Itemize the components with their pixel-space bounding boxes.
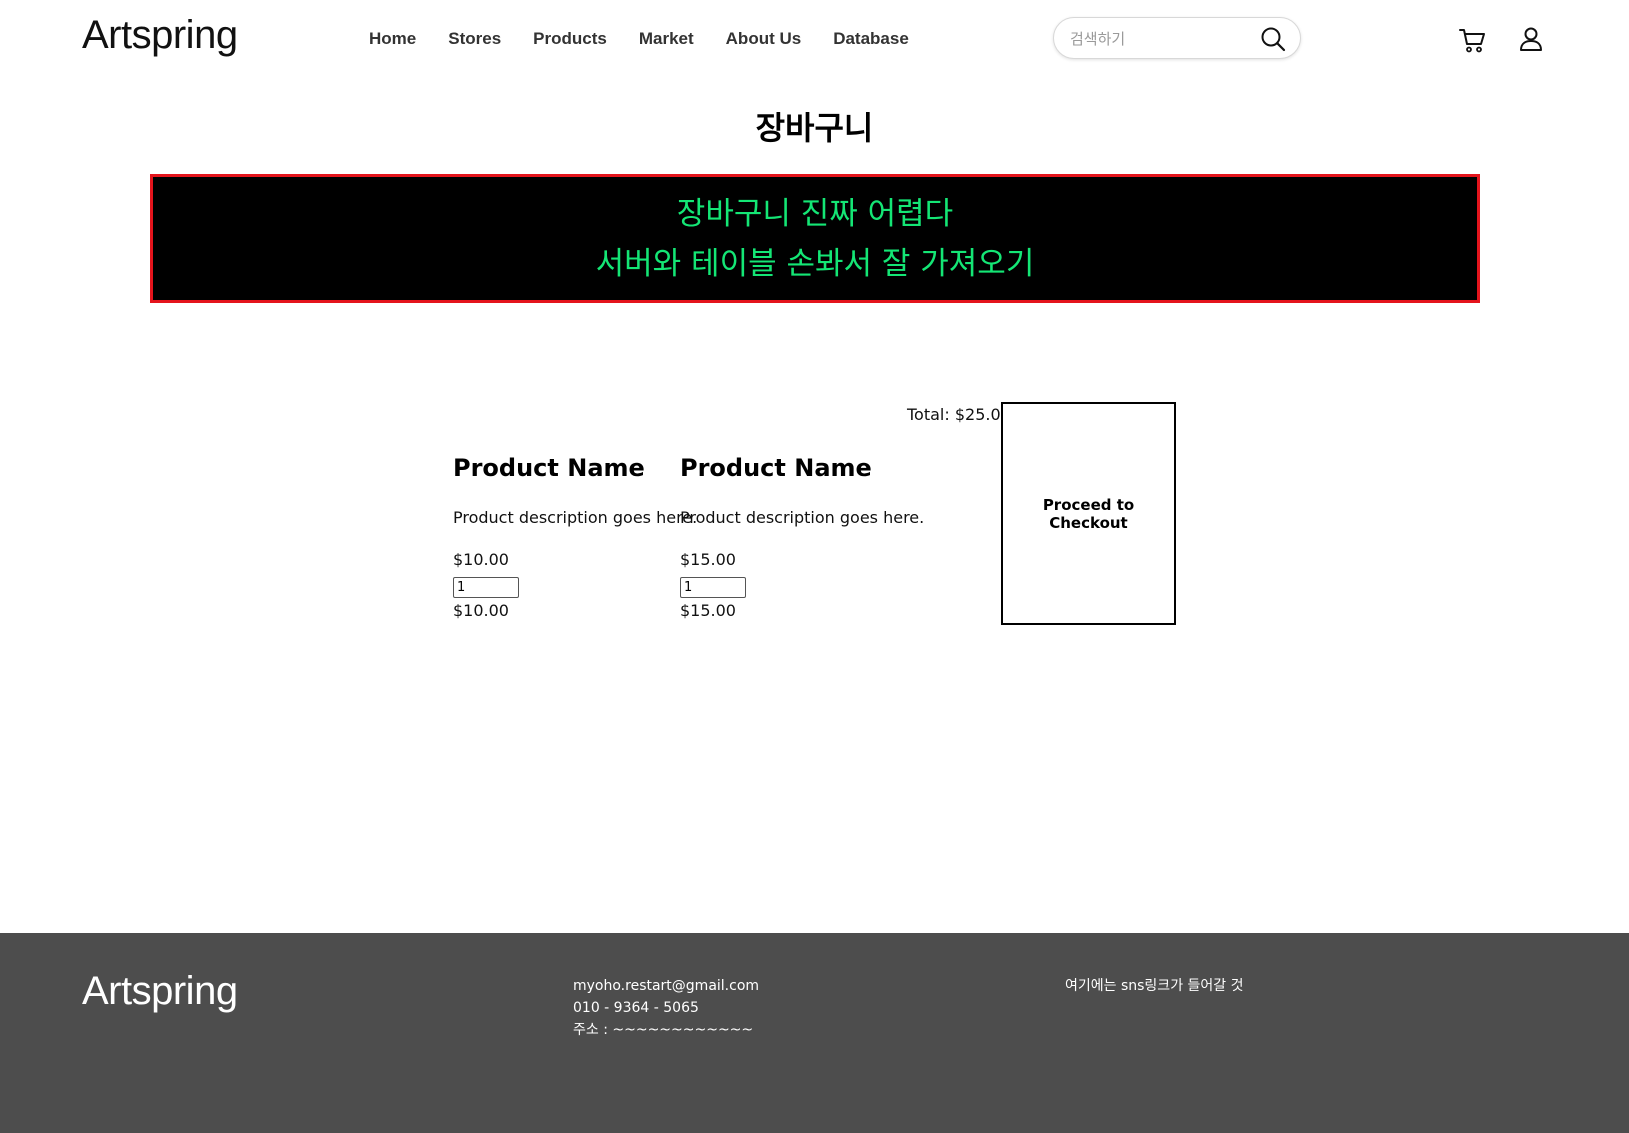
notice-banner: 장바구니 진짜 어렵다 서버와 테이블 손봐서 잘 가져오기 — [150, 174, 1480, 303]
footer-phone: 010 - 9364 - 5065 — [573, 1000, 699, 1016]
nav-stores[interactable]: Stores — [448, 27, 501, 51]
cart-item: Product Name Product description goes he… — [680, 450, 924, 620]
nav-database[interactable]: Database — [833, 27, 909, 51]
site-logo[interactable]: Artspring — [82, 10, 238, 60]
nav-home[interactable]: Home — [369, 27, 416, 51]
quantity-input[interactable] — [680, 577, 746, 598]
page-title: 장바구니 — [755, 109, 874, 147]
product-description: Product description goes here. — [680, 508, 925, 527]
footer-email: myoho.restart@gmail.com — [573, 978, 760, 994]
product-price: $15.00 — [680, 550, 736, 569]
footer-logo: Artspring — [82, 969, 238, 1013]
product-name: Product Name — [453, 454, 645, 482]
product-name: Product Name — [680, 454, 872, 482]
footer-contact: myoho.restart@gmail.com 010 - 9364 - 506… — [573, 975, 759, 1041]
product-price: $10.00 — [453, 550, 509, 569]
search-input[interactable] — [1068, 26, 1252, 52]
main-nav: Home Stores Products Market About Us Dat… — [369, 27, 941, 51]
site-footer: Artspring myoho.restart@gmail.com 010 - … — [0, 933, 1629, 1133]
user-icon[interactable] — [1518, 26, 1544, 52]
cart-icon[interactable] — [1458, 26, 1486, 54]
checkout-button[interactable]: Proceed to Checkout — [1001, 402, 1176, 625]
cart-total: Total: $25.00 — [907, 405, 1011, 424]
nav-about-us[interactable]: About Us — [726, 27, 802, 51]
search-bar — [1053, 17, 1301, 59]
banner-line-2: 서버와 테이블 손봐서 잘 가져오기 — [595, 246, 1035, 282]
product-subtotal: $15.00 — [680, 601, 736, 620]
banner-line-1: 장바구니 진짜 어렵다 — [676, 196, 954, 232]
product-description: Product description goes here. — [453, 508, 698, 527]
footer-sns-text: 여기에는 sns링크가 들어갈 것 — [1065, 978, 1244, 994]
quantity-input[interactable] — [453, 577, 519, 598]
search-icon[interactable] — [1260, 26, 1286, 52]
nav-products[interactable]: Products — [533, 27, 607, 51]
footer-address: 주소 : ~~~~~~~~~~~~ — [573, 1022, 754, 1038]
product-subtotal: $10.00 — [453, 601, 509, 620]
cart-item: Product Name Product description goes he… — [453, 450, 697, 620]
nav-market[interactable]: Market — [639, 27, 694, 51]
